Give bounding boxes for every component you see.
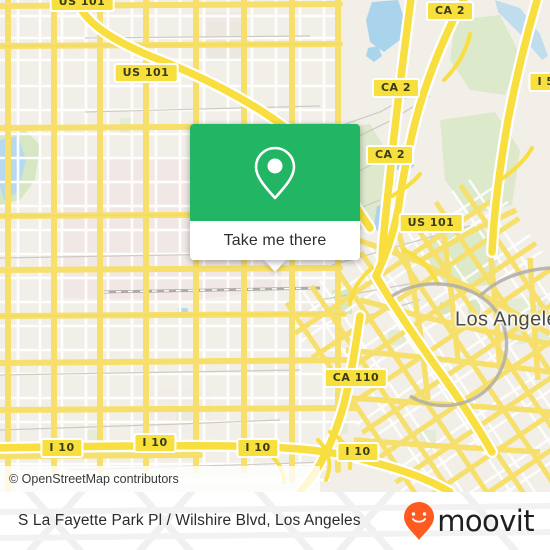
highway-shield: CA 2: [371, 78, 421, 98]
moovit-pin-icon: [404, 502, 435, 540]
highway-shield: I 10: [133, 433, 177, 453]
marker-card-action-area[interactable]: Take me there: [190, 221, 360, 260]
location-marker-card[interactable]: Take me there: [190, 124, 360, 260]
highway-shield: I 10: [336, 442, 380, 462]
marker-card-pointer: [263, 259, 287, 272]
highway-shield: US 101: [49, 0, 115, 12]
highway-shield: I 5: [528, 72, 550, 92]
highway-shield: CA 110: [323, 368, 389, 388]
take-me-there-button[interactable]: Take me there: [224, 232, 327, 250]
highway-shield: US 101: [398, 213, 464, 233]
marker-card-icon-area: [190, 124, 360, 221]
map-canvas[interactable]: Los Angeles US 101 US 101 CA 2 CA 2 CA 2…: [0, 0, 550, 492]
moovit-logo[interactable]: moovit: [403, 501, 535, 541]
location-title: S La Fayette Park Pl / Wilshire Blvd, Lo…: [18, 512, 361, 529]
highway-shield: CA 2: [425, 1, 475, 21]
footer-bar: S La Fayette Park Pl / Wilshire Blvd, Lo…: [0, 492, 550, 550]
highway-shield: I 10: [236, 438, 280, 458]
moovit-wordmark: moovit: [437, 503, 534, 538]
map-attribution[interactable]: © OpenStreetMap contributors: [0, 466, 320, 492]
map-page: Los Angeles US 101 US 101 CA 2 CA 2 CA 2…: [0, 0, 550, 550]
highway-shield: CA 2: [365, 145, 415, 165]
location-pin-icon: [254, 146, 296, 199]
highway-shield: I 10: [40, 438, 84, 458]
city-label-los-angeles: Los Angeles: [455, 308, 550, 331]
highway-shield: US 101: [113, 63, 179, 83]
